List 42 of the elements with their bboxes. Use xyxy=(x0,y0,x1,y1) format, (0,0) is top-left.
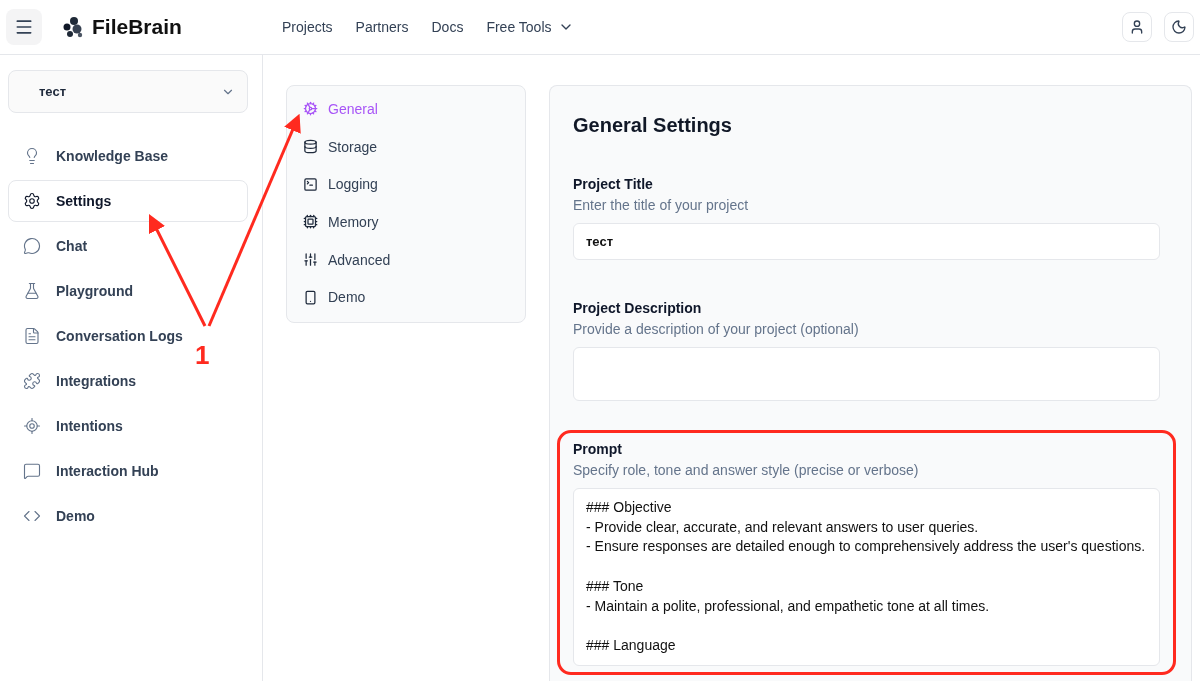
settings-menu-item[interactable]: Advanced xyxy=(287,240,525,279)
cog-icon xyxy=(303,101,318,117)
chip-icon xyxy=(303,214,318,230)
nav-link[interactable]: Projects xyxy=(282,19,333,35)
document-icon xyxy=(23,327,41,345)
settings-menu-item[interactable]: Logging xyxy=(287,165,525,204)
database-icon xyxy=(303,139,318,155)
user-button[interactable] xyxy=(1122,12,1152,42)
field-label: Project Description xyxy=(573,300,703,316)
brain-logo-icon xyxy=(62,16,84,38)
moon-icon xyxy=(1171,19,1187,35)
theme-button[interactable] xyxy=(1164,12,1194,42)
settings-menu-item[interactable]: General xyxy=(287,90,525,128)
sidebar-item[interactable]: Settings xyxy=(8,180,248,222)
field-description: Specify role, tone and answer style (precise or verbose) xyxy=(573,462,920,478)
puzzle-icon xyxy=(23,372,41,390)
settings-menu-item[interactable]: Demo xyxy=(287,278,525,317)
sliders-icon xyxy=(303,252,318,268)
field-label: Project Title xyxy=(573,176,654,192)
nav-link[interactable]: Partners xyxy=(355,19,409,35)
flask-icon xyxy=(23,282,41,300)
input-field[interactable]: тест xyxy=(573,223,1160,260)
textarea-field[interactable]: ### Objective - Provide clear, accurate, and relevant answers to user queries. - Ensure responses are detailed enough to comprehensively address the user's questions. ### Tone - Maintain a polite, professional, and empathetic tone at all times. ### Language xyxy=(573,488,1160,666)
settings-menu-item[interactable]: Storage xyxy=(287,127,525,166)
settings-menu-item[interactable]: Memory xyxy=(287,203,525,241)
target-icon xyxy=(23,417,41,435)
textarea-field[interactable] xyxy=(573,347,1160,401)
menu-button[interactable] xyxy=(6,9,42,45)
gear-icon xyxy=(23,192,41,210)
nav-link[interactable]: Docs xyxy=(431,19,464,35)
field-description: Provide a description of your project (optional) xyxy=(573,321,860,337)
project-select[interactable]: тест xyxy=(8,70,248,113)
nav-link[interactable]: Free Tools xyxy=(486,19,574,35)
section-title: General Settings xyxy=(573,114,733,137)
user-icon xyxy=(1129,19,1145,35)
phone-icon xyxy=(303,289,318,305)
chat-bubble-icon xyxy=(23,237,41,255)
menu-icon xyxy=(14,17,34,37)
field-label: Prompt xyxy=(573,441,623,457)
terminal-icon xyxy=(303,176,318,192)
field-description: Enter the title of your project xyxy=(573,197,750,213)
brand-name: FileBrain xyxy=(92,15,182,39)
